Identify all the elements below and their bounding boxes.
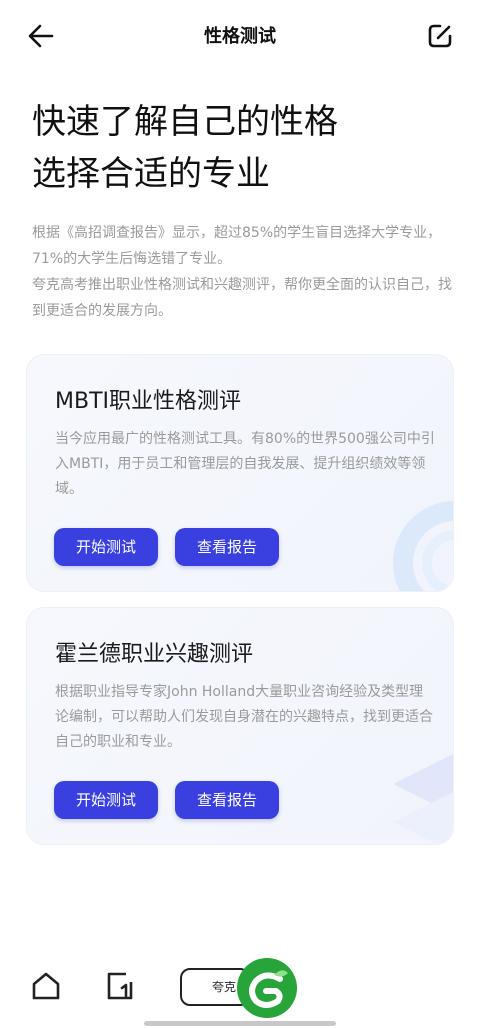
document-icon (107, 972, 133, 1000)
view-report-button[interactable]: 查看报告 (175, 528, 279, 566)
hero-line-1: 快速了解自己的性格 (32, 102, 338, 142)
app-logo[interactable] (236, 957, 298, 1019)
card-description: 根据职业指导专家John Holland大量职业咨询经验及类型理论编制，可以帮助… (55, 684, 433, 750)
start-test-button[interactable]: 开始测试 (54, 528, 158, 566)
start-test-button[interactable]: 开始测试 (54, 781, 158, 819)
holland-card: 霍兰德职业兴趣测评 根据职业指导专家John Holland大量职业咨询经验及类… (26, 607, 454, 845)
edit-icon (428, 24, 452, 48)
card-description: 当今应用最广的性格测试工具。有80%的世界500强公司中引入MBTI，用于员工和… (55, 431, 435, 497)
mbti-card: MBTI职业性格测评 当今应用最广的性格测试工具。有80%的世界500强公司中引… (26, 354, 454, 592)
intro-paragraph-1: 根据《高招调查报告》显示，超过85%的学生盲目选择大学专业，71%的大学生后悔选… (32, 225, 442, 267)
view-report-button[interactable]: 查看报告 (175, 781, 279, 819)
personality-test-page: 性格测试 快速了解自己的性格 选择合适的专业 根据《高招调查报告》显示，超过85… (0, 0, 480, 1029)
ring-decoration-icon (393, 501, 453, 591)
edit-button[interactable] (426, 22, 454, 50)
home-indicator (144, 1021, 336, 1026)
hero-line-2: 选择合适的专业 (32, 154, 270, 194)
intro-paragraph-2: 夸克高考推出职业性格测试和兴趣测评，帮你更全面的认识自己，找到更适合的发展方向。 (32, 277, 452, 319)
nav-document-button[interactable] (104, 970, 136, 1002)
intro-text: 根据《高招调查报告》显示，超过85%的学生盲目选择大学专业，71%的大学生后悔选… (32, 220, 452, 324)
nav-home-button[interactable] (30, 970, 62, 1002)
hero-heading: 快速了解自己的性格 选择合适的专业 (32, 96, 452, 200)
card-title: 霍兰德职业兴趣测评 (55, 642, 254, 667)
page-title: 性格测试 (204, 26, 276, 47)
top-bar: 性格测试 (0, 0, 480, 72)
home-icon (32, 972, 60, 1000)
card-title: MBTI职业性格测评 (55, 389, 242, 414)
app-logo-icon (237, 958, 297, 1018)
